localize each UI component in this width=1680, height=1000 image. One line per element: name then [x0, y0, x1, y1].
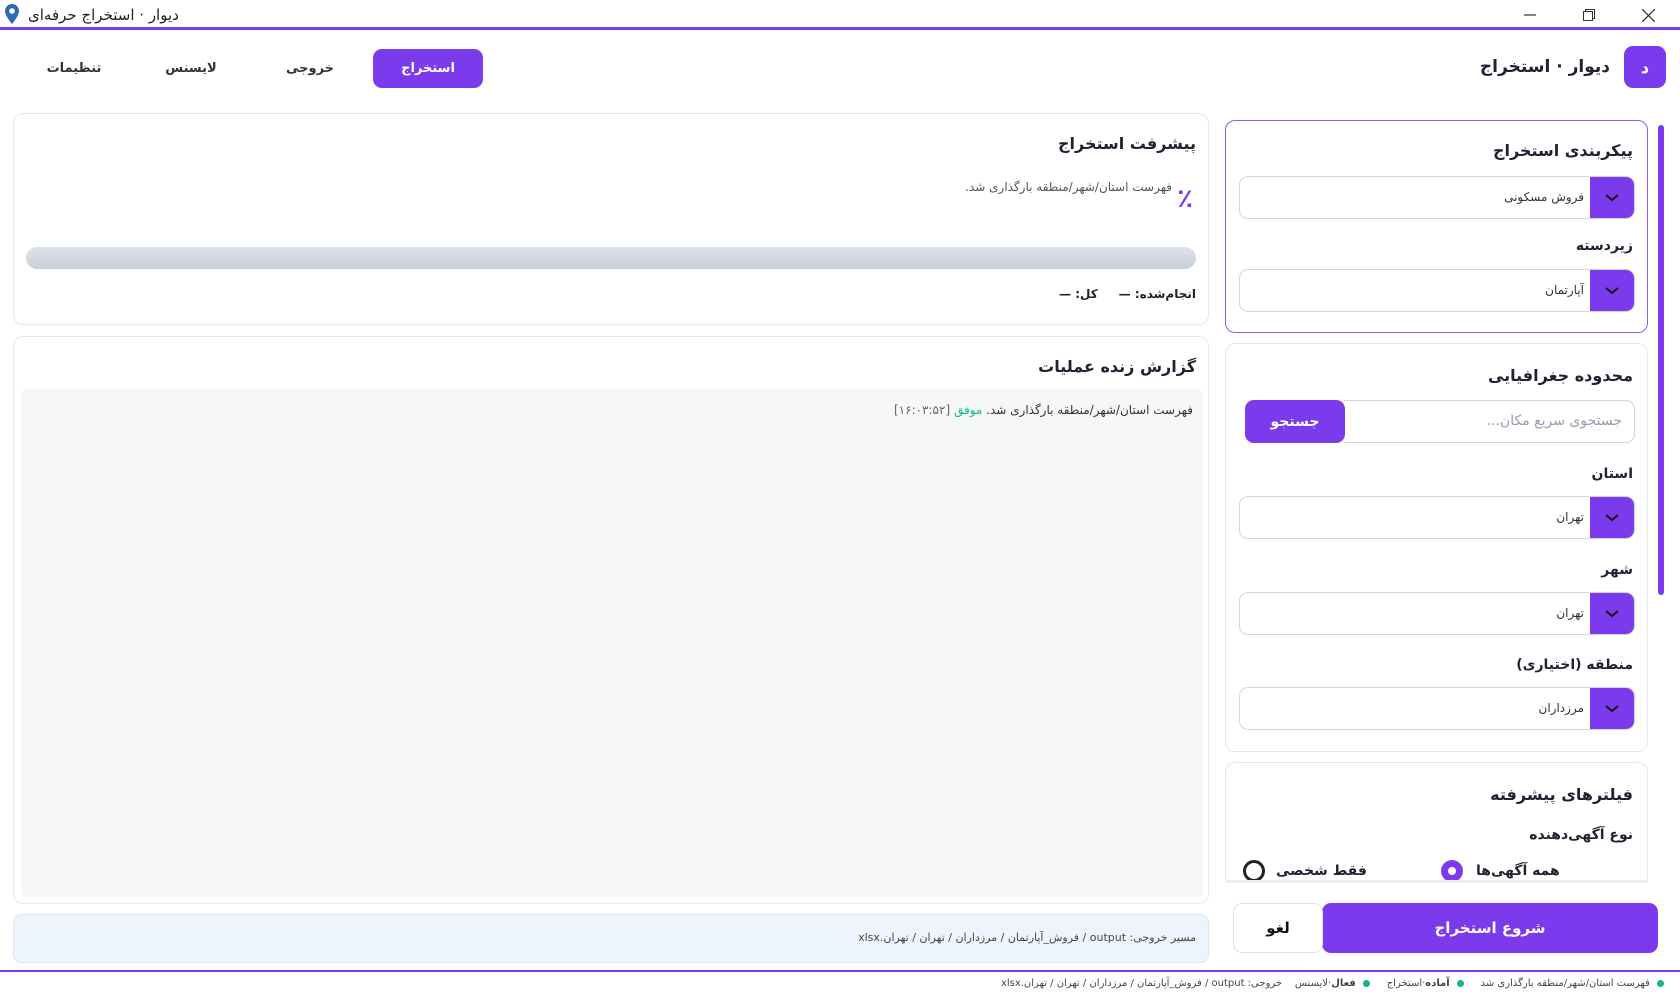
sidebar-scrollbar[interactable]	[1658, 125, 1664, 595]
geo-card: محدوده جغرافیایی جستجوی سریع مکان... جست…	[1225, 343, 1648, 752]
done-value: —	[1118, 287, 1131, 301]
category-value: فروش مسکونی	[1504, 190, 1584, 204]
close-icon	[1641, 8, 1655, 22]
log-entry-text: فهرست استان/شهر/منطقه بارگذاری شد.	[986, 403, 1193, 417]
chevron-down-icon	[1590, 593, 1634, 634]
status-bar: فهرست استان/شهر/منطقه بارگذاری شد آماده·…	[0, 970, 1680, 1000]
status-message: فهرست استان/شهر/منطقه بارگذاری شد	[1480, 978, 1650, 989]
restore-icon	[1583, 9, 1595, 21]
radio-personal[interactable]	[1243, 860, 1265, 882]
status-dot	[1456, 979, 1464, 987]
search-button[interactable]: جستجو	[1245, 400, 1345, 443]
log-entry-time: [۱۶:۰۳:۵۲]	[893, 403, 951, 417]
status-dot	[1657, 979, 1664, 987]
log-entry: فهرست استان/شهر/منطقه بارگذاری شد. موفق …	[894, 403, 1193, 417]
progress-bar	[26, 247, 1196, 269]
province-label: استان	[1591, 466, 1634, 482]
minimize-button[interactable]	[1518, 4, 1542, 26]
progress-message: فهرست استان/شهر/منطقه بارگذاری شد.	[965, 180, 1172, 194]
chevron-down-icon	[1590, 497, 1634, 538]
region-select[interactable]: مرزداران	[1239, 687, 1635, 730]
city-label: شهر	[1601, 562, 1633, 578]
scroll-divider	[1225, 880, 1648, 883]
output-path: مسیر خروجی: output / فروش_آپارتمان / مرز…	[858, 931, 1196, 944]
cancel-button[interactable]: لغو	[1233, 903, 1323, 953]
search-placeholder: جستجوی سریع مکان...	[1486, 413, 1622, 429]
city-select[interactable]: تهران	[1239, 592, 1635, 635]
output-path-bar: مسیر خروجی: output / فروش_آپارتمان / مرز…	[13, 914, 1209, 963]
minimize-icon	[1524, 14, 1536, 16]
chevron-down-icon	[1590, 270, 1634, 311]
subcategory-value: آپارتمان	[1545, 283, 1584, 297]
progress-stats: انجام‌شده: — کل: —	[1059, 287, 1196, 301]
status-path: خروجی: output / فروش_آپارتمان / مرزداران…	[1000, 978, 1283, 989]
radio-all[interactable]	[1441, 860, 1463, 882]
subcategory-label: زیردسته	[1575, 238, 1633, 254]
state-value: استخراج	[1386, 978, 1423, 989]
tab-settings[interactable]: تنظیمات	[19, 49, 129, 88]
window-title: دیوار · استخراج حرفه‌ای	[28, 6, 179, 24]
status-content: فهرست استان/شهر/منطقه بارگذاری شد آماده·…	[1001, 978, 1668, 989]
progress-percent: ٪	[1177, 184, 1193, 214]
log-area: فهرست استان/شهر/منطقه بارگذاری شد. موفق …	[21, 389, 1203, 897]
tab-extract[interactable]: استخراج	[373, 49, 483, 88]
done-label: انجام‌شده:	[1134, 287, 1196, 301]
category-select[interactable]: فروش مسکونی	[1239, 176, 1635, 219]
start-extract-button[interactable]: شروع استخراج	[1322, 903, 1658, 953]
close-button[interactable]	[1636, 4, 1660, 26]
total-value: —	[1059, 287, 1072, 301]
location-search-input[interactable]: جستجوی سریع مکان...	[1344, 400, 1635, 443]
output-path-value: output / فروش_آپارتمان / مرزداران / تهرا…	[858, 931, 1127, 944]
log-title: گزارش زنده عملیات	[1038, 357, 1196, 376]
chevron-down-icon	[1590, 688, 1634, 729]
subcategory-select[interactable]: آپارتمان	[1239, 269, 1635, 312]
brand-name: دیوار · استخراج	[1479, 57, 1610, 77]
config-card: پیکربندی استخراج فروش مسکونی زیردسته آپا…	[1225, 120, 1648, 333]
tab-output[interactable]: خروجی	[255, 49, 365, 88]
license-label: فعال	[1331, 978, 1356, 989]
province-select[interactable]: تهران	[1239, 496, 1635, 539]
chevron-down-icon	[1590, 177, 1634, 218]
total-label: کل:	[1075, 287, 1098, 301]
maximize-button[interactable]	[1577, 4, 1601, 26]
geo-title: محدوده جغرافیایی	[1487, 366, 1633, 385]
output-path-label: مسیر خروجی:	[1129, 931, 1196, 944]
radio-all-label: همه آگهی‌ها	[1476, 863, 1560, 879]
advertiser-label: نوع آگهی‌دهنده	[1529, 827, 1633, 843]
brand-logo: د	[1624, 46, 1666, 88]
radio-personal-label: فقط شخصی	[1276, 863, 1367, 879]
advanced-title: فیلترهای پیشرفته	[1490, 785, 1633, 804]
advanced-card: فیلترهای پیشرفته نوع آگهی‌دهنده همه آگهی…	[1225, 762, 1648, 882]
config-title: پیکربندی استخراج	[1492, 141, 1633, 160]
status-dot	[1363, 979, 1370, 987]
title-bar: دیوار · استخراج حرفه‌ای	[0, 0, 1680, 30]
progress-title: پیشرفت استخراج	[1057, 134, 1196, 153]
region-label: منطقه (اختیاری)	[1516, 657, 1633, 673]
log-entry-status: موفق	[953, 403, 983, 417]
province-value: تهران	[1556, 510, 1584, 524]
city-value: تهران	[1556, 606, 1584, 620]
progress-card: پیشرفت استخراج ٪ فهرست استان/شهر/منطقه ب…	[13, 113, 1209, 325]
tab-license[interactable]: لایسنس	[136, 49, 246, 88]
license-value: لایسنس	[1294, 978, 1328, 989]
state-label: آماده	[1425, 978, 1450, 989]
location-pin-icon	[5, 4, 19, 24]
region-value: مرزداران	[1538, 701, 1584, 715]
app-header: د دیوار · استخراج استخراج خروجی لایسنس ت…	[0, 33, 1680, 103]
